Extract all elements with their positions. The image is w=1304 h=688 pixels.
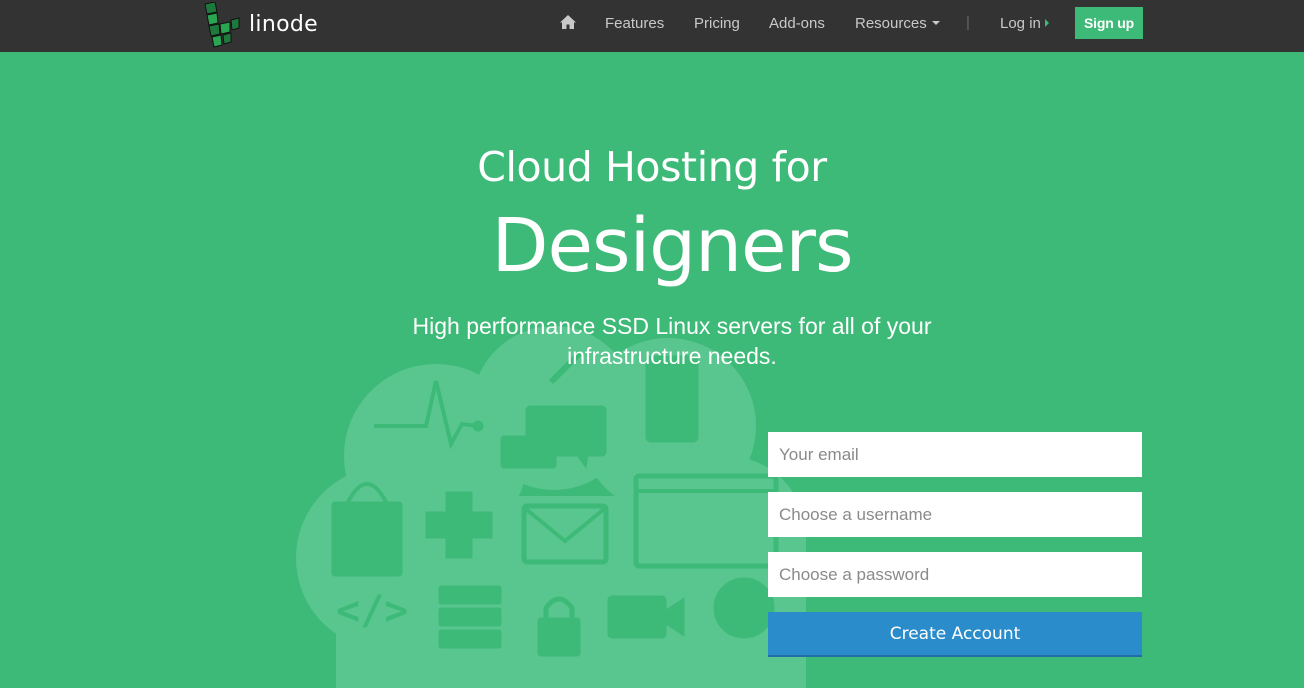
- nav-separator: |: [966, 14, 970, 31]
- chat-bubble-small-icon: [500, 435, 557, 469]
- email-field[interactable]: [768, 432, 1142, 477]
- triangle-right-icon: [1044, 19, 1049, 28]
- server-unit-2: [438, 607, 502, 627]
- dpad-bar: [425, 511, 493, 539]
- shopping-bag-icon: [331, 501, 403, 577]
- server-unit-3: [438, 629, 502, 649]
- nav-pricing[interactable]: Pricing: [694, 15, 740, 32]
- hero-heading: Cloud Hosting for: [477, 143, 827, 191]
- code-icon: </>: [336, 588, 408, 634]
- nav-resources[interactable]: Resources: [855, 15, 940, 32]
- main-nav: Features Pricing Add-ons Resources | Log…: [0, 0, 1304, 48]
- server-icon: [438, 585, 502, 605]
- lock-icon: [537, 617, 581, 657]
- nav-resources-label: Resources: [855, 15, 927, 32]
- pulse-dot: [472, 420, 484, 432]
- top-navbar: linode Features Pricing Add-ons Resource…: [0, 0, 1304, 52]
- caret-down-icon: [931, 21, 940, 26]
- username-field[interactable]: [768, 492, 1142, 537]
- nav-features[interactable]: Features: [605, 15, 664, 32]
- nav-login[interactable]: Log in: [1000, 15, 1049, 32]
- video-camera-icon: [607, 595, 667, 639]
- hero-subtitle: High performance SSD Linux servers for a…: [412, 313, 932, 369]
- hero-heading-large: Designers: [491, 203, 854, 289]
- nav-login-label: Log in: [1000, 15, 1041, 32]
- signup-button[interactable]: Sign up: [1075, 7, 1143, 39]
- nav-add-ons[interactable]: Add-ons: [769, 15, 825, 32]
- home-icon[interactable]: [559, 14, 577, 35]
- gear-icon: [713, 577, 775, 639]
- create-account-button[interactable]: Create Account: [768, 612, 1142, 657]
- password-field[interactable]: [768, 552, 1142, 597]
